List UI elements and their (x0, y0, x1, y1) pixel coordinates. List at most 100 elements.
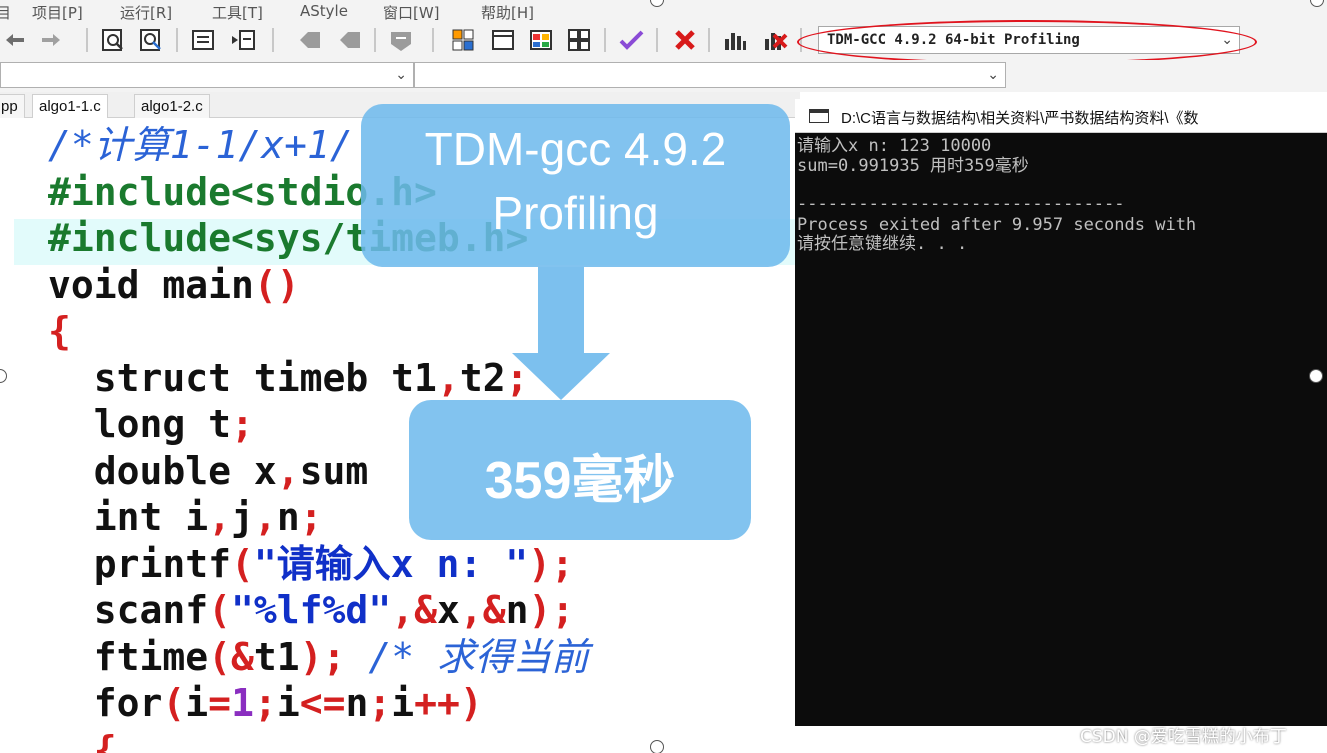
code-token: i (276, 681, 300, 725)
chevron-down-icon[interactable]: ⌄ (395, 66, 407, 83)
tab-prev-file[interactable]: pp (0, 94, 25, 118)
menu-item-project[interactable]: 项目[P] (32, 2, 83, 23)
code-token: for (48, 681, 163, 725)
code-token: i (391, 681, 415, 725)
callout-time: 359毫秒 (409, 400, 751, 540)
code-token: n (505, 588, 529, 632)
code-token: ,& (391, 588, 437, 632)
console-line: Process exited after 9.957 seconds with (797, 215, 1197, 235)
code-token: , (253, 495, 277, 539)
code-token: int i (48, 495, 209, 539)
new-project-icon[interactable] (450, 27, 476, 53)
menu-item-run[interactable]: 运行[R] (120, 2, 172, 23)
code-line: int i,j,n; (48, 494, 323, 540)
code-token: ftime (48, 634, 209, 679)
code-token: , (208, 495, 232, 539)
code-token: , (436, 355, 460, 400)
code-token: ); (528, 541, 574, 586)
code-token: struct timeb t1 (48, 355, 437, 400)
code-token: (& (208, 634, 254, 679)
menu-item-help[interactable]: 帮助[H] (481, 2, 534, 23)
code-token: scanf (48, 588, 209, 632)
code-token: ( (208, 588, 232, 632)
redo-icon[interactable] (38, 27, 64, 53)
function-select[interactable]: ⌄ (414, 62, 1006, 88)
console-window[interactable]: D:\C语言与数据结构\相关资料\严书数据结构资料\《数 请输入x n: 123… (795, 99, 1327, 726)
code-token: n (345, 681, 369, 725)
undo-icon[interactable] (2, 27, 28, 53)
code-token: void main (48, 262, 254, 307)
code-token: "%lf%d" (231, 588, 392, 632)
highlight-oval (797, 20, 1257, 64)
callout-time-text: 359毫秒 (484, 452, 676, 510)
code-token: () (253, 262, 300, 307)
code-token: = (208, 681, 232, 725)
window-icon[interactable] (490, 27, 516, 53)
console-line: 请输入x n: 123 10000 (797, 136, 992, 156)
replace-icon[interactable] (138, 27, 164, 53)
find-icon[interactable] (100, 27, 126, 53)
code-line: scanf("%lf%d",&x,&n); (48, 587, 575, 633)
code-token: x (436, 588, 460, 632)
code-line: for(i=1;i<=n;i++) (48, 680, 483, 726)
code-token: ; (299, 495, 323, 539)
code-token: j (231, 495, 254, 539)
chart-icon[interactable] (722, 27, 748, 53)
console-window-icon (809, 109, 829, 123)
tab-algo1-2[interactable]: algo1-2.c (134, 94, 210, 118)
menu-item-tools[interactable]: 工具[T] (212, 2, 263, 23)
console-line: sum=0.991935 用时359毫秒 (797, 156, 1029, 176)
code-token: n (276, 495, 300, 539)
unindent-icon[interactable] (230, 27, 256, 53)
class-browser-bar: ⌄ ⌄ (0, 60, 1327, 92)
console-line: -------------------------------- (797, 194, 1125, 214)
code-line: ftime(&t1); /* 求得当前 (48, 634, 589, 680)
resize-handle[interactable] (650, 740, 664, 753)
chevron-down-icon[interactable]: ⌄ (987, 66, 999, 83)
code-line: /*计算1-1/x+1/ (48, 122, 353, 168)
code-token: /* 求得当前 (345, 634, 589, 679)
code-token: 1 (231, 681, 254, 725)
code-line: long t; (48, 401, 254, 447)
code-token: { (48, 727, 117, 753)
menu-item-astyle[interactable]: AStyle (300, 2, 348, 20)
code-token: i (185, 681, 209, 725)
class-select[interactable]: ⌄ (0, 62, 414, 88)
indent-icon[interactable] (190, 27, 216, 53)
console-line: 请按任意键继续. . . (797, 234, 968, 254)
menu-item-window[interactable]: 窗口[W] (383, 2, 440, 23)
code-token: "请输入x n: " (253, 541, 529, 586)
grid-icon[interactable] (566, 27, 592, 53)
code-line: struct timeb t1,t2; (48, 355, 529, 401)
code-line: { (48, 308, 71, 354)
check-icon[interactable] (618, 27, 644, 53)
code-line: printf("请输入x n: "); (48, 541, 574, 587)
code-token: ,& (459, 588, 506, 632)
comment-icon[interactable] (388, 27, 414, 53)
tab-algo1-1[interactable]: algo1-1.c (32, 94, 108, 118)
code-line: { (48, 727, 117, 753)
code-token: t1 (253, 634, 300, 679)
bookmark-prev-icon[interactable] (336, 27, 362, 53)
code-token: /*计算1-1/x+1/ (48, 123, 353, 167)
code-token: ( (162, 681, 186, 725)
code-token: ; (253, 681, 277, 725)
resize-handle[interactable] (1309, 369, 1323, 383)
delete-icon[interactable] (672, 27, 698, 53)
watermark: CSDN @爱吃雪糕的小布丁 (1080, 727, 1287, 747)
code-token: t2 (459, 355, 506, 400)
color-icon[interactable] (528, 27, 554, 53)
code-token: ); (299, 634, 346, 679)
menu-bar: 目 项目[P] 运行[R] 工具[T] AStyle 窗口[W] 帮助[H] (0, 0, 1327, 22)
console-title-bar[interactable]: D:\C语言与数据结构\相关资料\严书数据结构资料\《数 (795, 99, 1327, 133)
code-token: , (276, 448, 300, 493)
code-token: ; (231, 402, 254, 446)
bookmark-icon[interactable] (296, 27, 322, 53)
code-token: sum (299, 448, 369, 493)
callout-compiler-line2: Profiling (492, 187, 659, 239)
code-token: <= (299, 681, 346, 725)
menu-item-file[interactable]: 目 (0, 2, 11, 23)
console-title: D:\C语言与数据结构\相关资料\严书数据结构资料\《数 (841, 110, 1199, 127)
delete-chart-icon[interactable] (762, 27, 788, 53)
down-arrow-icon (512, 267, 610, 400)
